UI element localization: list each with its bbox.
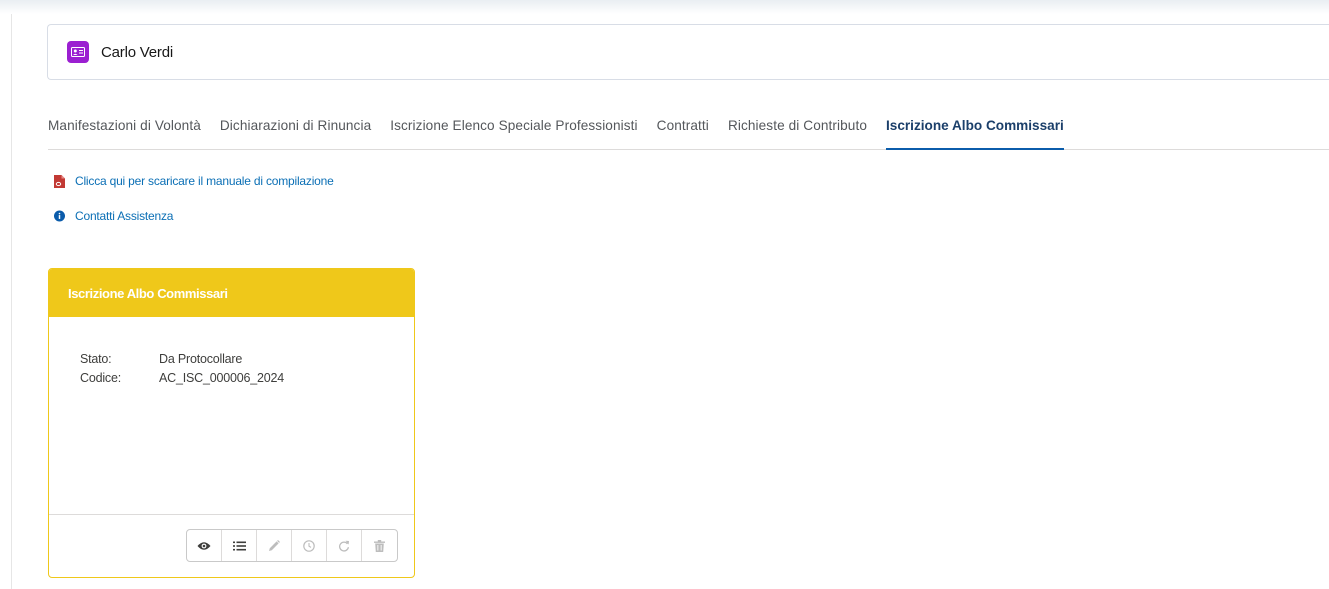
tab-iscrizione-albo-commissari[interactable]: Iscrizione Albo Commissari xyxy=(886,110,1064,150)
clock-icon xyxy=(303,539,315,552)
top-fade xyxy=(0,0,1329,14)
eye-icon xyxy=(197,541,211,550)
history-button[interactable] xyxy=(292,530,327,561)
field-stato: Stato: Da Protocollare xyxy=(80,352,242,366)
support-contacts-label[interactable]: Contatti Assistenza xyxy=(75,209,173,223)
view-button[interactable] xyxy=(187,530,222,561)
record-title: Carlo Verdi xyxy=(101,43,174,61)
field-codice: Codice: AC_ISC_000006_2024 xyxy=(80,371,284,385)
redo-button[interactable] xyxy=(327,530,362,561)
delete-button[interactable] xyxy=(362,530,397,561)
field-codice-label: Codice: xyxy=(80,371,121,385)
field-stato-value: Da Protocollare xyxy=(159,352,243,366)
pencil-icon xyxy=(269,539,280,551)
trash-icon xyxy=(374,539,385,552)
manual-download-link[interactable]: Clicca qui per scaricare il manuale di c… xyxy=(54,174,334,188)
left-divider xyxy=(11,14,12,589)
tab-bar: Manifestazioni di Volontà Dichiarazioni … xyxy=(48,110,1329,150)
list-icon xyxy=(232,541,246,550)
tab-contratti[interactable]: Contratti xyxy=(657,110,709,150)
card-footer xyxy=(49,514,414,577)
edit-button[interactable] xyxy=(257,530,292,561)
field-stato-label: Stato: xyxy=(80,352,112,366)
support-contacts-link[interactable]: Contatti Assistenza xyxy=(54,209,173,223)
field-codice-value: AC_ISC_000006_2024 xyxy=(159,371,284,385)
card-title: Iscrizione Albo Commissari xyxy=(49,269,414,317)
tab-manifestazioni-di-volonta[interactable]: Manifestazioni di Volontà xyxy=(48,110,201,150)
manual-download-label[interactable]: Clicca qui per scaricare il manuale di c… xyxy=(75,174,334,188)
pdf-icon xyxy=(54,174,65,188)
info-icon xyxy=(54,210,65,223)
tab-iscrizione-elenco-speciale[interactable]: Iscrizione Elenco Speciale Professionist… xyxy=(390,110,637,150)
tab-dichiarazioni-di-rinuncia[interactable]: Dichiarazioni di Rinuncia xyxy=(220,110,371,150)
record-header: Carlo Verdi xyxy=(47,24,1329,80)
details-list-button[interactable] xyxy=(222,530,257,561)
action-button-group xyxy=(186,529,398,562)
card-body: Stato: Da Protocollare Codice: AC_ISC_0000… xyxy=(49,317,414,514)
redo-icon xyxy=(339,540,350,552)
contact-card-icon xyxy=(67,41,89,63)
tab-richieste-di-contributo[interactable]: Richieste di Contributo xyxy=(728,110,867,150)
iscrizione-card: Iscrizione Albo Commissari Stato: Da Prot… xyxy=(48,268,415,578)
